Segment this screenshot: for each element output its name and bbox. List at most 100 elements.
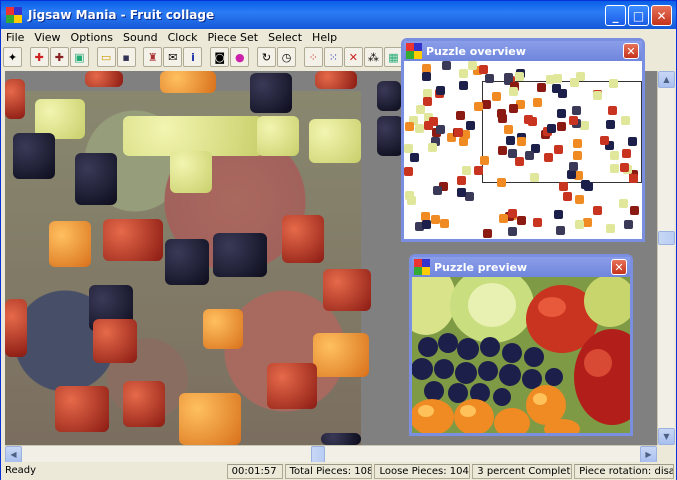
menu-view[interactable]: View (29, 31, 65, 44)
minimize-button[interactable]: _ (605, 5, 626, 26)
vertical-scroll-thumb[interactable] (658, 231, 675, 245)
overview-piece-marker (557, 109, 566, 118)
overview-piece-marker (572, 106, 581, 115)
scroll-right-arrow[interactable]: ▶ (640, 446, 657, 463)
menu-file[interactable]: File (1, 31, 29, 44)
puzzle-piece[interactable] (55, 386, 109, 432)
puzzle-piece[interactable] (213, 233, 267, 277)
overview-piece-marker (600, 136, 609, 145)
overview-piece-marker (558, 89, 567, 98)
overview-piece-marker (468, 61, 477, 70)
select-group-icon[interactable]: ⁙ (323, 47, 343, 67)
menu-select[interactable]: Select (263, 31, 307, 44)
overview-piece-marker (620, 163, 629, 172)
puzzle-piece[interactable] (321, 433, 361, 445)
clock-icon[interactable]: ◷ (277, 47, 297, 67)
overview-piece-marker (583, 218, 592, 227)
puzzle-overview-window[interactable]: Puzzle overview ✕ (401, 38, 645, 242)
envelope-icon[interactable]: ✉ (163, 47, 183, 67)
puzzle-preview-window[interactable]: Puzzle preview ✕ (409, 254, 633, 436)
window-title: Jigsaw Mania - Fruit collage (28, 8, 215, 22)
puzzle-piece[interactable] (103, 219, 163, 261)
overview-piece-marker (415, 124, 424, 133)
vertical-scrollbar[interactable]: ▲ ▼ (657, 71, 675, 445)
puzzle-piece[interactable] (282, 215, 324, 263)
puzzle-piece[interactable] (170, 151, 212, 193)
overview-piece-marker (609, 79, 618, 88)
picture-icon[interactable]: ▣ (69, 47, 89, 67)
puzzle-piece[interactable] (313, 333, 369, 377)
overview-piece-marker (508, 149, 517, 158)
close-button[interactable]: ✕ (651, 5, 672, 26)
status-total-pieces: Total Pieces: 108 (284, 463, 373, 479)
scroll-up-arrow[interactable]: ▲ (658, 71, 675, 88)
color-balls-icon[interactable]: ● (230, 47, 250, 67)
scroll-left-arrow[interactable]: ◀ (5, 446, 22, 463)
menu-options[interactable]: Options (66, 31, 118, 44)
puzzle-piece[interactable] (85, 71, 123, 87)
menu-clock[interactable]: Clock (163, 31, 203, 44)
puzzle-piece[interactable] (250, 73, 292, 113)
overview-title: Puzzle overview (426, 44, 526, 58)
overview-piece-marker (567, 170, 576, 179)
puzzle-rotate-icon[interactable]: ↻ (256, 47, 276, 67)
puzzle-dark-icon[interactable]: ✚ (49, 47, 69, 67)
puzzle-piece[interactable] (179, 393, 241, 445)
puzzle-piece[interactable] (377, 116, 403, 156)
overview-piece-marker (610, 164, 619, 173)
horizontal-scrollbar[interactable]: ◀ ▶ (5, 445, 657, 463)
puzzle-piece[interactable] (165, 239, 209, 285)
overview-piece-marker (504, 125, 513, 134)
save-disk-icon[interactable]: ▪ (116, 47, 136, 67)
info-icon[interactable]: i (183, 47, 203, 67)
overview-piece-marker (575, 195, 584, 204)
overview-piece-marker (622, 149, 631, 158)
overview-piece-marker (485, 74, 494, 83)
select-all-icon[interactable]: ⁘ (303, 47, 323, 67)
puzzle-piece[interactable] (377, 81, 401, 111)
overview-piece-marker (563, 192, 572, 201)
puzzle-piece[interactable] (123, 381, 165, 427)
puzzle-piece[interactable] (323, 269, 371, 311)
fruit-collage-preview-image (412, 277, 630, 433)
puzzle-piece[interactable] (5, 299, 27, 357)
preview-close-button[interactable]: ✕ (611, 259, 627, 275)
title-bar[interactable]: Jigsaw Mania - Fruit collage _ □ ✕ (1, 1, 676, 29)
puzzle-piece[interactable] (49, 221, 91, 267)
delete-x-icon[interactable]: ✕ (343, 47, 363, 67)
horizontal-scroll-thumb[interactable] (311, 446, 325, 463)
overview-piece-marker (630, 206, 639, 215)
overview-piece-marker (431, 215, 440, 224)
wand-icon[interactable]: ✦ (3, 47, 23, 67)
maximize-button[interactable]: □ (628, 5, 649, 26)
puzzle-piece[interactable] (203, 309, 243, 349)
overview-title-bar[interactable]: Puzzle overview ✕ (404, 41, 642, 61)
overview-map[interactable] (404, 61, 642, 239)
open-folder-icon[interactable]: ▭ (96, 47, 116, 67)
overview-piece-marker (606, 120, 615, 129)
camera-icon[interactable]: ◙ (210, 47, 230, 67)
puzzle-piece[interactable] (309, 119, 361, 163)
overview-piece-marker (462, 166, 471, 175)
menu-help[interactable]: Help (307, 31, 342, 44)
trash-icon[interactable]: ♜ (143, 47, 163, 67)
puzzle-piece[interactable] (93, 319, 137, 363)
overview-close-button[interactable]: ✕ (623, 43, 639, 59)
overview-piece-marker (506, 136, 515, 145)
overview-piece-marker (533, 218, 542, 227)
puzzle-piece[interactable] (123, 116, 263, 156)
puzzle-piece[interactable] (160, 71, 216, 93)
puzzle-piece[interactable] (257, 116, 299, 156)
puzzle-piece[interactable] (13, 133, 55, 179)
scatter-icon[interactable]: ⁂ (363, 47, 383, 67)
puzzle-piece[interactable] (5, 79, 25, 119)
puzzle-piece[interactable] (267, 363, 317, 409)
puzzle-piece[interactable] (315, 71, 357, 89)
scroll-down-arrow[interactable]: ▼ (658, 428, 675, 445)
preview-title-bar[interactable]: Puzzle preview ✕ (412, 257, 630, 277)
puzzle-red-icon[interactable]: ✚ (29, 47, 49, 67)
overview-piece-marker (537, 83, 546, 92)
menu-sound[interactable]: Sound (118, 31, 163, 44)
puzzle-piece[interactable] (75, 153, 117, 205)
menu-piece-set[interactable]: Piece Set (203, 31, 264, 44)
